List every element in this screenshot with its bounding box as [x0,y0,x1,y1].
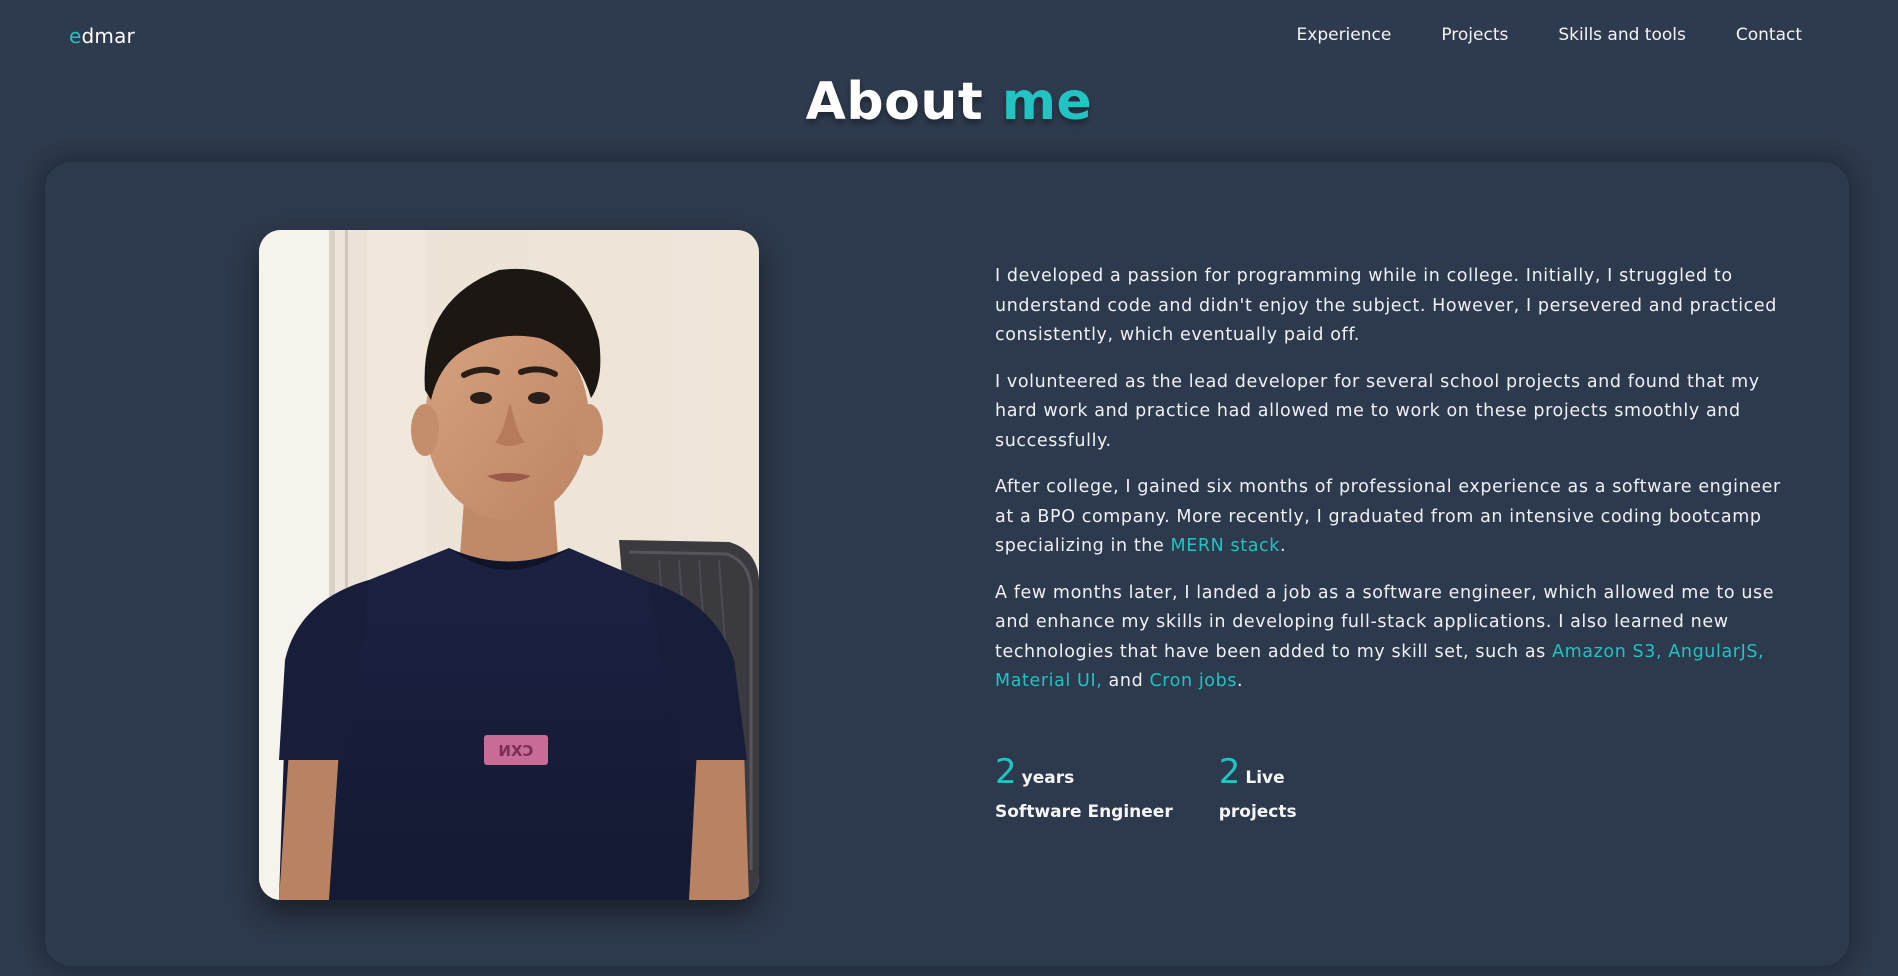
page-title: About me [0,72,1898,132]
bio-text: I developed a passion for programming wh… [995,262,1785,714]
profile-photo-illustration: ИХƆ [259,230,759,900]
nav-link-contact[interactable]: Contact [1736,25,1802,45]
stat-projects-unit: Live [1245,768,1285,788]
stat-experience-unit: years [1021,768,1075,788]
bio-paragraph-4: A few months later, I landed a job as a … [995,579,1785,697]
stat-projects: 2 Live projects [1219,752,1297,822]
bio-p4-mid: and [1102,671,1150,691]
page-title-main: About [805,72,984,132]
bio-paragraph-1: I developed a passion for programming wh… [995,266,1777,345]
about-page: edmar Experience Projects Skills and too… [0,0,1898,976]
stat-experience-number: 2 [995,752,1017,792]
bio-p3-text: After college, I gained six months of pr… [995,477,1781,556]
bio-paragraph-3: After college, I gained six months of pr… [995,473,1785,562]
stat-projects-label: projects [1218,802,1297,822]
nav-link-projects[interactable]: Projects [1441,25,1508,45]
mern-stack-link[interactable]: MERN stack [1171,536,1280,556]
page-title-accent: me [1001,72,1093,132]
stat-experience-top: 2 years [995,752,1173,792]
stat-projects-number: 2 [1218,752,1241,792]
stat-experience-label: Software Engineer [995,802,1173,822]
bio-p4-end: . [1237,671,1244,691]
bio-p3-end: . [1279,536,1287,556]
nav-link-skills[interactable]: Skills and tools [1558,25,1686,45]
stat-projects-top: 2 Live [1219,752,1297,792]
cron-jobs-link[interactable]: Cron jobs [1149,671,1237,691]
bio-paragraph-2: I volunteered as the lead developer for … [995,371,1760,451]
nav-links: Experience Projects Skills and tools Con… [1297,25,1802,45]
profile-photo: ИХƆ [259,230,759,900]
logo-accent: e [69,24,82,48]
svg-text:ИХƆ: ИХƆ [498,742,533,760]
stat-experience: 2 years Software Engineer [995,752,1173,822]
logo-text: dmar [81,24,135,48]
logo[interactable]: edmar [69,24,135,48]
nav-link-experience[interactable]: Experience [1297,25,1392,45]
stats: 2 years Software Engineer 2 Live project… [995,752,1297,822]
navbar: edmar Experience Projects Skills and too… [0,0,1898,74]
about-card: ИХƆ I developed a passion for programmin… [45,162,1849,966]
